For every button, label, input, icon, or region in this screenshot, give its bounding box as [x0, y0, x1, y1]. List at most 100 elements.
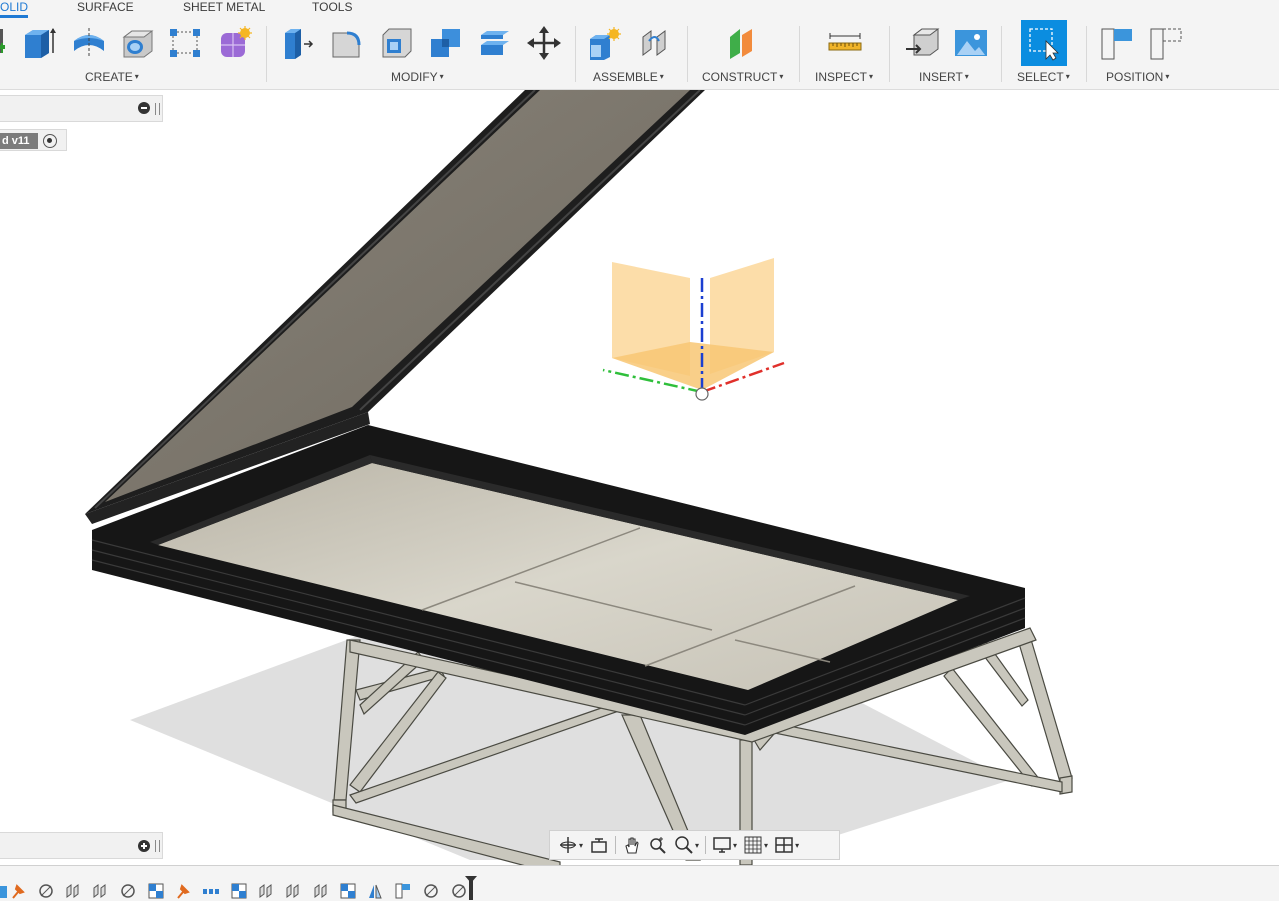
canvas-viewport[interactable]	[0, 90, 1279, 865]
tab-solid[interactable]: OLID	[0, 0, 29, 18]
create-menu-label: CREATE	[85, 70, 133, 84]
tab-tools[interactable]: TOOLS	[312, 0, 352, 18]
timeline-feature-joint[interactable]	[256, 882, 276, 900]
zoom-button[interactable]	[648, 834, 668, 856]
construct-caret-icon: ▾	[779, 72, 784, 81]
measure-icon[interactable]	[826, 22, 864, 64]
tab-sheet-metal[interactable]: SHEET METAL	[183, 0, 265, 18]
zoom-window-button[interactable]: ▾	[674, 834, 699, 856]
construct-menu[interactable]: CONSTRUCT ▾	[702, 70, 783, 84]
combine-icon[interactable]	[427, 22, 465, 64]
navigation-bar: ▾ ▾ ▾ ▾ ▾	[549, 830, 840, 860]
look-at-button[interactable]	[589, 834, 609, 856]
select-caret-icon: ▾	[1065, 72, 1070, 81]
joint-icon	[314, 884, 327, 898]
revert-position-icon[interactable]	[1147, 22, 1185, 64]
model-scene	[85, 90, 1073, 865]
create-menu[interactable]: CREATE ▾	[85, 70, 139, 84]
timeline-feature-component[interactable]	[338, 882, 358, 900]
timeline	[0, 865, 1279, 901]
timeline-feature-joint[interactable]	[118, 882, 138, 900]
insert-menu[interactable]: INSERT ▾	[919, 70, 969, 84]
inspect-caret-icon: ▾	[869, 72, 874, 81]
timeline-feature-pin[interactable]	[8, 882, 28, 900]
orbit-button[interactable]: ▾	[558, 834, 583, 856]
split-body-icon[interactable]	[476, 22, 514, 64]
revolve-icon[interactable]	[70, 22, 108, 64]
capture-position-icon[interactable]	[1098, 22, 1136, 64]
display-dropdown-icon[interactable]: ▾	[733, 841, 737, 850]
create-form-icon[interactable]	[216, 22, 254, 64]
inspect-menu-label: INSPECT	[815, 70, 868, 84]
browser-panel-header	[0, 95, 163, 122]
fillet-icon[interactable]	[328, 22, 366, 64]
timeline-feature-joint[interactable]	[63, 882, 83, 900]
orbit-icon	[560, 837, 576, 853]
timeline-feature-component[interactable]	[229, 882, 249, 900]
component-icon	[231, 883, 247, 899]
modify-caret-icon: ▾	[439, 72, 444, 81]
expand-icon[interactable]	[138, 840, 150, 852]
group-divider	[1086, 26, 1087, 82]
assemble-menu[interactable]: ASSEMBLE ▾	[593, 70, 664, 84]
zoom-icon	[650, 837, 666, 854]
modify-menu-label: MODIFY	[391, 70, 438, 84]
joint-icon	[93, 884, 106, 898]
timeline-feature-mirror[interactable]	[365, 882, 385, 900]
timeline-feature-joint[interactable]	[421, 882, 441, 900]
inspect-menu[interactable]: INSPECT ▾	[815, 70, 873, 84]
group-divider	[799, 26, 800, 82]
select-icon[interactable]	[1021, 20, 1067, 66]
collapse-icon[interactable]	[138, 102, 150, 114]
timeline-feature-joint[interactable]	[311, 882, 331, 900]
grid-settings-button[interactable]: ▾	[743, 834, 768, 856]
timeline-feature-pin[interactable]	[173, 882, 193, 900]
tab-surface[interactable]: SURFACE	[77, 0, 134, 18]
position-menu[interactable]: POSITION ▾	[1106, 70, 1169, 84]
origin-gizmo[interactable]	[602, 258, 785, 401]
activate-radio-icon[interactable]	[43, 134, 57, 148]
offset-plane-icon[interactable]	[723, 22, 761, 64]
pattern-icon	[203, 889, 219, 894]
viewports-dropdown-icon[interactable]: ▾	[795, 841, 799, 850]
document-name-label: d v11	[0, 133, 38, 149]
select-menu[interactable]: SELECT ▾	[1017, 70, 1070, 84]
nav-divider	[705, 836, 707, 854]
move-copy-icon[interactable]	[525, 22, 563, 64]
shell-icon[interactable]	[378, 22, 416, 64]
pattern-icon[interactable]	[166, 22, 204, 64]
timeline-marker[interactable]	[465, 876, 477, 900]
orbit-dropdown-icon[interactable]: ▾	[579, 841, 583, 850]
position-menu-label: POSITION	[1106, 70, 1164, 84]
viewports-button[interactable]: ▾	[774, 834, 799, 856]
press-pull-icon[interactable]	[278, 22, 316, 64]
panel-grip-handle[interactable]	[155, 840, 160, 852]
group-divider	[266, 26, 267, 82]
extrude-icon[interactable]	[20, 22, 58, 64]
assemble-new-component-icon[interactable]	[586, 22, 624, 64]
joint-icon	[259, 884, 272, 898]
browser-document-row[interactable]: d v11	[0, 129, 67, 151]
timeline-feature-sketch[interactable]	[393, 882, 413, 900]
panel-grip-handle[interactable]	[155, 103, 160, 115]
insert-derive-icon[interactable]	[903, 22, 941, 64]
joint-icon	[452, 884, 466, 898]
zoom-window-icon	[675, 836, 693, 854]
hole-icon[interactable]	[119, 22, 157, 64]
timeline-feature-joint[interactable]	[36, 882, 56, 900]
timeline-feature-pattern[interactable]	[201, 882, 221, 900]
insert-image-icon[interactable]	[952, 22, 990, 64]
look-at-icon	[591, 838, 607, 853]
timeline-feature-joint[interactable]	[449, 882, 469, 900]
zoom-dropdown-icon[interactable]: ▾	[695, 841, 699, 850]
modify-menu[interactable]: MODIFY ▾	[391, 70, 444, 84]
timeline-feature-joint[interactable]	[283, 882, 303, 900]
timeline-feature-joint[interactable]	[90, 882, 110, 900]
display-settings-button[interactable]: ▾	[712, 834, 737, 856]
grid-dropdown-icon[interactable]: ▾	[764, 841, 768, 850]
pan-button[interactable]	[622, 834, 642, 856]
timeline-feature-component[interactable]	[146, 882, 166, 900]
mirror-icon	[369, 884, 382, 899]
joint-icon[interactable]	[636, 22, 674, 64]
insert-menu-label: INSERT	[919, 70, 963, 84]
